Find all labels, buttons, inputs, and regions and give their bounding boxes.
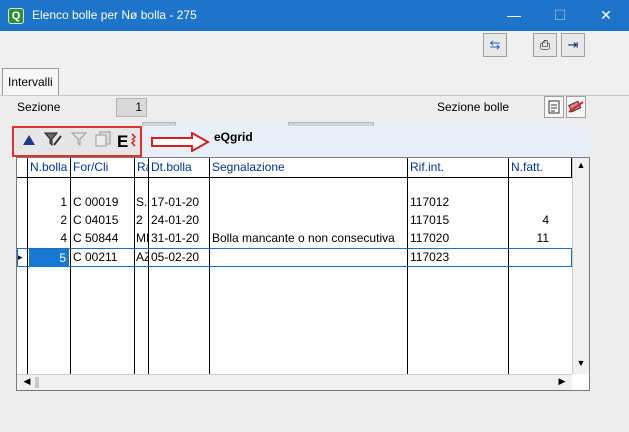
sezione-bolle-clear-button[interactable] bbox=[566, 96, 586, 118]
row-indicator-header bbox=[17, 158, 28, 178]
scroll-thumb[interactable] bbox=[35, 377, 39, 388]
cell-dtbolla: 24-01-20 bbox=[151, 213, 200, 227]
document-icon bbox=[548, 100, 560, 114]
minimize-button[interactable]: — bbox=[491, 0, 537, 31]
copy-button[interactable] bbox=[92, 131, 114, 153]
exit-door-icon: ⇥ bbox=[567, 37, 579, 52]
column-header-segnalazione[interactable]: Segnalazione bbox=[210, 158, 408, 178]
top-toolbar: ⇆ ⎙ ⇥ bbox=[0, 31, 629, 60]
scroll-left-icon[interactable]: ◀ bbox=[19, 376, 35, 387]
column-header-forcli[interactable]: For/Cli bbox=[71, 158, 135, 178]
cell-forcli: C 04015 bbox=[73, 213, 119, 227]
cell-dtbolla: 05-02-20 bbox=[151, 250, 200, 264]
export-icon: E bbox=[117, 132, 137, 151]
horizontal-scrollbar[interactable]: ◀ ▶ bbox=[17, 374, 572, 390]
cell-ra: MI bbox=[136, 231, 148, 245]
cell-segnalazione bbox=[210, 248, 407, 266]
cell-nfatt bbox=[509, 193, 549, 211]
cell-segnalazione bbox=[210, 211, 407, 229]
refresh-icon: ⇆ bbox=[489, 37, 501, 52]
close-button[interactable]: ✕ bbox=[583, 0, 629, 31]
scroll-up-icon[interactable]: ▲ bbox=[573, 160, 589, 170]
eraser-icon bbox=[568, 100, 584, 113]
vertical-scrollbar[interactable]: ▲ ▼ bbox=[572, 158, 589, 374]
row-pointer-icon: ▸ bbox=[18, 252, 23, 262]
cell-forcli: C 00019 bbox=[73, 195, 119, 209]
cell-nfatt: 11 bbox=[536, 231, 549, 245]
cell-nbolla[interactable]: 5 bbox=[29, 249, 69, 267]
copy-icon bbox=[95, 131, 111, 147]
cell-segnalazione bbox=[210, 193, 407, 211]
app-icon: Q bbox=[8, 8, 24, 24]
cell-nbolla bbox=[28, 175, 68, 193]
column-header-ra[interactable]: Ra bbox=[135, 158, 149, 178]
scroll-down-icon[interactable]: ▼ bbox=[573, 358, 589, 368]
sezione-bolle-label: Sezione bolle bbox=[437, 100, 510, 114]
cell-nfatt: 4 bbox=[542, 213, 549, 227]
tab-strip: Intervalli bbox=[0, 60, 629, 96]
cell-dtbolla: 31-01-20 bbox=[151, 231, 200, 245]
cell-nbolla: 2 bbox=[60, 213, 67, 227]
cell-rifint: 117023 bbox=[410, 250, 450, 264]
tab-intervalli[interactable]: Intervalli bbox=[2, 68, 59, 96]
exit-button[interactable]: ⇥ bbox=[561, 33, 585, 57]
cell-ra: 2 bbox=[136, 213, 143, 227]
sezione-bolle-doc-button[interactable] bbox=[544, 96, 564, 118]
cell-rifint: 117012 bbox=[410, 195, 450, 209]
cell-rifint: 117015 bbox=[410, 213, 450, 227]
export-button[interactable]: E bbox=[116, 131, 138, 153]
cell-nbolla: 4 bbox=[60, 231, 67, 245]
window-title: Elenco bolle per Nø bolla - 275 bbox=[32, 8, 197, 22]
cell-rifint: 117020 bbox=[410, 231, 450, 245]
sort-up-icon bbox=[23, 135, 35, 145]
scroll-right-icon[interactable]: ▶ bbox=[554, 376, 570, 387]
svg-text:E: E bbox=[117, 132, 128, 149]
column-header-nfatt[interactable]: N.fatt. bbox=[509, 158, 572, 178]
cell-dtbolla: 17-01-20 bbox=[151, 195, 200, 209]
cell-nbolla: 1 bbox=[60, 195, 67, 209]
eqgrid-table[interactable]: N.bolla For/Cli Ra Dt.bolla Segnalazione… bbox=[16, 157, 590, 391]
cell-forcli: C 50844 bbox=[73, 231, 119, 245]
cell-nfatt bbox=[509, 248, 549, 266]
cell-forcli: C 00211 bbox=[73, 250, 118, 264]
red-arrow-annotation bbox=[151, 132, 210, 152]
cell-ra: AZ bbox=[136, 250, 148, 264]
refresh-button[interactable]: ⇆ bbox=[483, 33, 507, 57]
maximize-button[interactable]: ☐ bbox=[537, 0, 583, 31]
sezione-field[interactable]: 1 bbox=[116, 98, 147, 117]
grid-caption: eQgrid bbox=[214, 130, 253, 144]
grid-toolbar: E bbox=[12, 126, 142, 157]
print-button[interactable]: ⎙ bbox=[533, 33, 557, 57]
edit-filter-button[interactable] bbox=[42, 131, 64, 153]
sezione-label: Sezione bbox=[17, 100, 61, 114]
filter-button[interactable] bbox=[68, 131, 90, 153]
printer-icon: ⎙ bbox=[539, 37, 551, 52]
column-header-rifint[interactable]: Rif.int. bbox=[408, 158, 509, 178]
cell-segnalazione: Bolla mancante o non consecutiva bbox=[212, 231, 395, 245]
column-header-dtbolla[interactable]: Dt.bolla bbox=[149, 158, 210, 178]
sort-up-button[interactable] bbox=[18, 131, 40, 153]
title-bar: Q Elenco bolle per Nø bolla - 275 — ☐ ✕ bbox=[0, 0, 629, 31]
edit-filter-icon bbox=[43, 132, 62, 147]
cell-ra: S. bbox=[136, 195, 148, 209]
filter-icon bbox=[70, 132, 88, 147]
